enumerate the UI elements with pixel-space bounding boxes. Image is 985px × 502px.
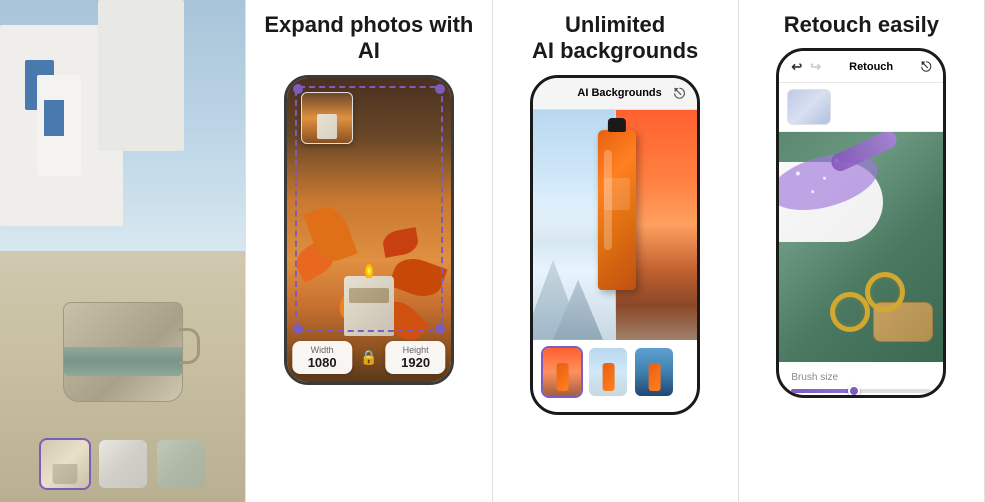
retouch-preview-row xyxy=(779,83,943,132)
bg-thumb-2-mountains[interactable] xyxy=(587,346,629,398)
thumb-cup xyxy=(52,464,77,484)
header-left-icons: ↩ ↪ xyxy=(791,59,821,75)
glitter-2 xyxy=(823,177,827,181)
thumbnail-strip xyxy=(39,438,207,490)
panel-ai-backgrounds: UnlimitedAI backgrounds AI Backgrounds ⎋ xyxy=(493,0,739,502)
handle-bl[interactable] xyxy=(293,324,303,334)
bottle-mini-2 xyxy=(603,363,615,391)
thumb-img-1 xyxy=(41,440,89,488)
brush-tool-visual xyxy=(829,142,899,160)
brush-size-label: Brush size xyxy=(791,372,931,383)
ai-backgrounds-label: AI Backgrounds xyxy=(577,87,661,99)
bg-thumb-3-img xyxy=(635,348,673,396)
undo-icon[interactable]: ↩ xyxy=(791,59,802,75)
bg-thumb-1-sunset[interactable] xyxy=(541,346,583,398)
main-photo-scene xyxy=(0,0,245,502)
preview-thumbnail[interactable] xyxy=(787,89,831,125)
preview-thumb-img xyxy=(788,90,830,124)
retouch-scene xyxy=(779,132,943,362)
height-label: Height xyxy=(394,345,438,355)
bg-thumb-2-img xyxy=(589,348,627,396)
thumbnail-1-selected[interactable] xyxy=(39,438,91,490)
background-thumbnails xyxy=(533,340,697,404)
brush-size-slider[interactable] xyxy=(791,389,931,393)
glitter-1 xyxy=(796,171,801,176)
handle-tr[interactable] xyxy=(435,84,445,94)
bottle-cap xyxy=(608,118,626,132)
cup-stripe xyxy=(64,347,182,376)
height-input[interactable]: Height 1920 xyxy=(386,341,446,374)
bottle-mini-3 xyxy=(649,363,661,391)
phone-mockup-retouch: ↩ ↪ Retouch ⎋ xyxy=(776,48,946,398)
bg-thumb-3-ocean[interactable] xyxy=(633,346,675,398)
brush-thumb[interactable] xyxy=(848,385,860,397)
width-input[interactable]: Width 1080 xyxy=(292,341,352,374)
split-scene xyxy=(533,110,697,340)
thumb-img-3 xyxy=(157,440,205,488)
lock-icon: 🔒 xyxy=(360,341,377,374)
height-value: 1920 xyxy=(401,355,430,370)
bg-thumb-1-img xyxy=(543,348,581,396)
glitter-4 xyxy=(811,190,815,194)
brush-fill xyxy=(791,389,854,393)
thumb-img-2 xyxy=(99,440,147,488)
thumbnail-3[interactable] xyxy=(155,438,207,490)
mini-candle-scene xyxy=(302,93,352,143)
window-2 xyxy=(44,100,64,135)
redo-icon[interactable]: ↪ xyxy=(810,59,821,75)
panel-photo-edit xyxy=(0,0,246,502)
panel-3-title: UnlimitedAI backgrounds xyxy=(524,12,706,65)
panel-retouch: Retouch easily ↩ ↪ Retouch ⎋ xyxy=(739,0,985,502)
width-value: 1080 xyxy=(308,355,337,370)
thumbnail-2[interactable] xyxy=(97,438,149,490)
panel-2-title: Expand photos with AI xyxy=(246,12,491,65)
panel-4-title: Retouch easily xyxy=(776,12,947,38)
mini-thumbnail xyxy=(301,92,353,144)
retouch-header-label: Retouch xyxy=(849,61,893,73)
bottle-mini-1 xyxy=(557,363,569,391)
phone-header-retouch: ↩ ↪ Retouch ⎋ xyxy=(779,51,943,83)
handle-br[interactable] xyxy=(435,324,445,334)
phone-header-ai-bg: AI Backgrounds ⎋ xyxy=(533,78,697,110)
panel-expand-photos: Expand photos with AI xyxy=(246,0,492,502)
water-bottle xyxy=(598,130,636,290)
phone-mockup-backgrounds: AI Backgrounds ⎋ xyxy=(530,75,700,415)
building-2 xyxy=(98,0,184,151)
ceramic-cup xyxy=(63,302,183,402)
dimension-bar: Width 1080 🔒 Height 1920 xyxy=(292,341,445,374)
phone-mockup-expand: Width 1080 🔒 Height 1920 xyxy=(284,75,454,385)
bottle-logo xyxy=(604,178,631,210)
brush-size-section: Brush size xyxy=(779,362,943,398)
share-icon[interactable]: ⎋ xyxy=(674,85,685,102)
width-label: Width xyxy=(300,345,344,355)
mini-candle xyxy=(317,114,337,139)
retouch-share-icon[interactable]: ⎋ xyxy=(921,59,931,75)
